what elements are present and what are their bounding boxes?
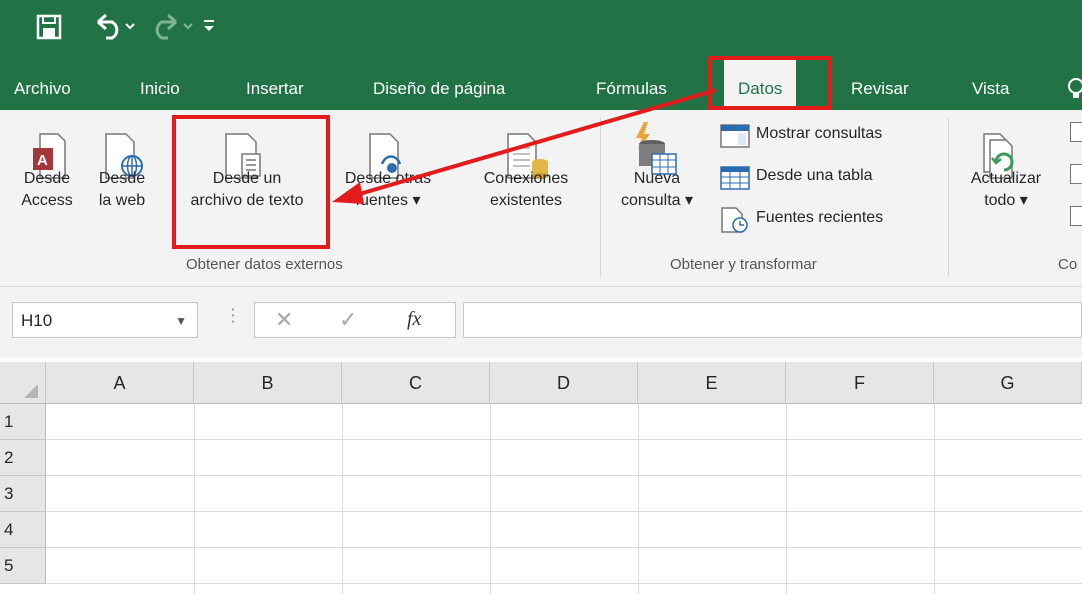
annotation-arrow <box>332 88 717 204</box>
